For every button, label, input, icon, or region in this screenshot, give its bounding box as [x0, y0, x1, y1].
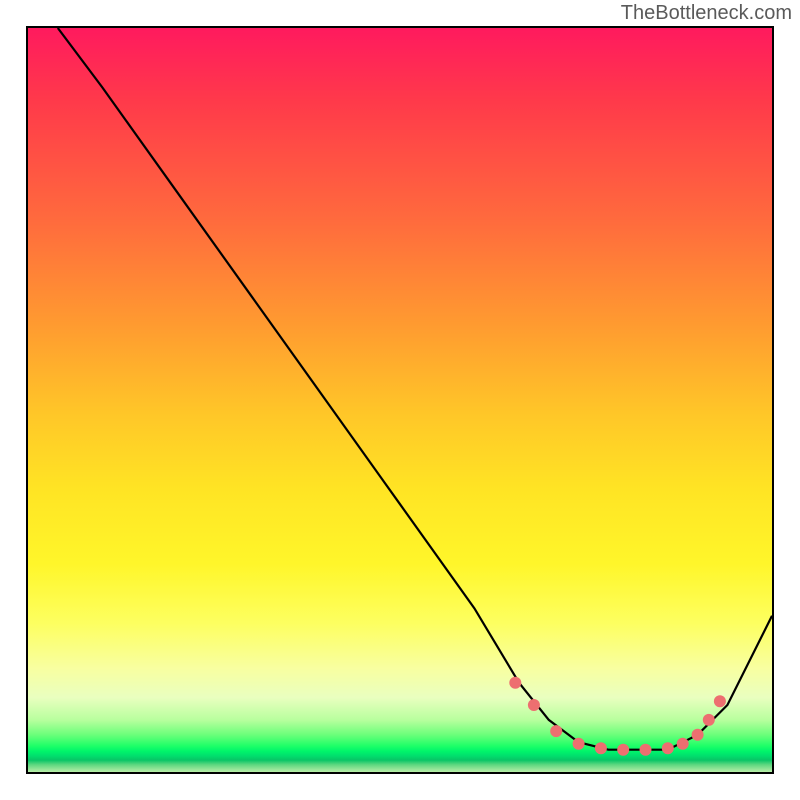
chart-markers — [509, 677, 726, 756]
chart-marker-dot — [662, 742, 674, 754]
chart-plot-area — [26, 26, 774, 774]
chart-marker-dot — [509, 677, 521, 689]
chart-marker-dot — [617, 744, 629, 756]
chart-marker-dot — [528, 699, 540, 711]
chart-marker-dot — [703, 714, 715, 726]
chart-curve — [58, 28, 772, 750]
chart-marker-dot — [573, 738, 585, 750]
chart-marker-dot — [714, 695, 726, 707]
chart-marker-dot — [550, 725, 562, 737]
chart-marker-dot — [595, 742, 607, 754]
watermark-text: TheBottleneck.com — [621, 2, 792, 25]
chart-marker-dot — [677, 738, 689, 750]
chart-marker-dot — [692, 729, 704, 741]
chart-svg — [28, 28, 772, 772]
chart-marker-dot — [640, 744, 652, 756]
